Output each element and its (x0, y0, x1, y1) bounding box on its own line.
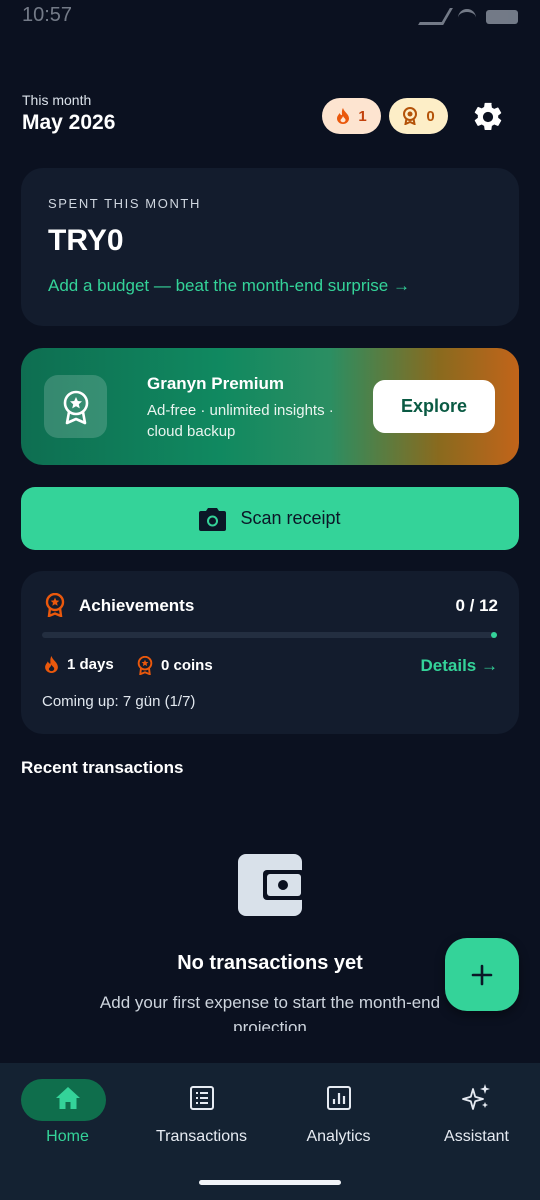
gear-icon[interactable] (471, 100, 505, 134)
chart-icon (324, 1083, 354, 1113)
premium-description: Ad-free · unlimited insights · cloud bac… (147, 402, 334, 440)
camera-icon (199, 507, 227, 531)
battery-icon (486, 9, 518, 24)
nav-analytics-label: Analytics (306, 1128, 371, 1145)
medal-icon (137, 656, 153, 675)
scan-receipt-label: Scan receipt (240, 508, 341, 528)
signal-icon (418, 8, 453, 25)
achievements-details-link[interactable]: Details → (421, 656, 498, 676)
spent-amount: TRY0 (48, 224, 124, 257)
scan-receipt-button[interactable]: Scan receipt (21, 487, 519, 550)
coins-total-label: 0 coins (161, 657, 213, 674)
flame-icon (45, 656, 58, 673)
add-transaction-button[interactable] (445, 938, 519, 1011)
month-title: May 2026 (22, 111, 116, 134)
premium-badge (44, 375, 107, 438)
achievements-count: 0 / 12 (455, 596, 498, 615)
premium-banner[interactable]: Granyn Premium Ad-free · unlimited insig… (21, 348, 519, 465)
nav-home[interactable]: Home (0, 1063, 135, 1163)
add-budget-link[interactable]: Add a budget — beat the month-end surpri… (48, 276, 410, 296)
spent-label: SPENT THIS MONTH (48, 196, 201, 211)
recent-transactions-title: Recent transactions (21, 758, 184, 777)
nav-home-label: Home (46, 1128, 89, 1145)
wallet-icon (238, 854, 305, 916)
list-icon (187, 1083, 217, 1113)
coins-total: 0 coins (137, 656, 213, 675)
achievements-progress-track (42, 632, 497, 638)
coin-count: 0 (426, 107, 435, 125)
award-icon (63, 390, 88, 424)
status-icons (418, 8, 518, 25)
empty-state-subtitle: Add your first expense to start the mont… (99, 993, 441, 1031)
streak-days-label: 1 days (67, 656, 114, 673)
status-time: 10:57 (22, 4, 73, 26)
month-subtitle: This month (22, 92, 92, 108)
status-bar: 10:57 (0, 0, 540, 34)
explore-button[interactable]: Explore (373, 380, 495, 433)
coming-up-text: Coming up: 7 gün (1/7) (42, 693, 196, 710)
achievements-title: Achievements (79, 596, 195, 615)
streak-days: 1 days (44, 656, 114, 673)
nav-transactions[interactable]: Transactions (134, 1063, 269, 1163)
month-header: This month May 2026 (22, 92, 115, 135)
flame-icon (337, 108, 350, 124)
plus-icon (471, 964, 493, 985)
premium-title: Granyn Premium (147, 374, 284, 393)
streak-count: 1 (358, 107, 367, 125)
medal-icon (403, 107, 418, 125)
streak-badge[interactable]: 1 (322, 98, 381, 134)
wifi-icon (458, 9, 476, 24)
nav-analytics[interactable]: Analytics (271, 1063, 406, 1163)
nav-transactions-label: Transactions (156, 1128, 247, 1145)
achievements-progress-indicator (491, 632, 497, 638)
home-icon (53, 1083, 83, 1113)
spent-card[interactable]: SPENT THIS MONTH TRY0 Add a budget — bea… (21, 168, 519, 326)
coins-badge[interactable]: 0 (389, 98, 448, 134)
achievements-card[interactable]: Achievements 0 / 12 1 days 0 coins Detai… (21, 571, 519, 734)
medal-icon (45, 593, 65, 617)
nav-assistant-label: Assistant (444, 1128, 509, 1145)
nav-assistant[interactable]: Assistant (409, 1063, 540, 1163)
sparkle-icon (461, 1083, 492, 1113)
home-indicator[interactable] (199, 1180, 341, 1185)
